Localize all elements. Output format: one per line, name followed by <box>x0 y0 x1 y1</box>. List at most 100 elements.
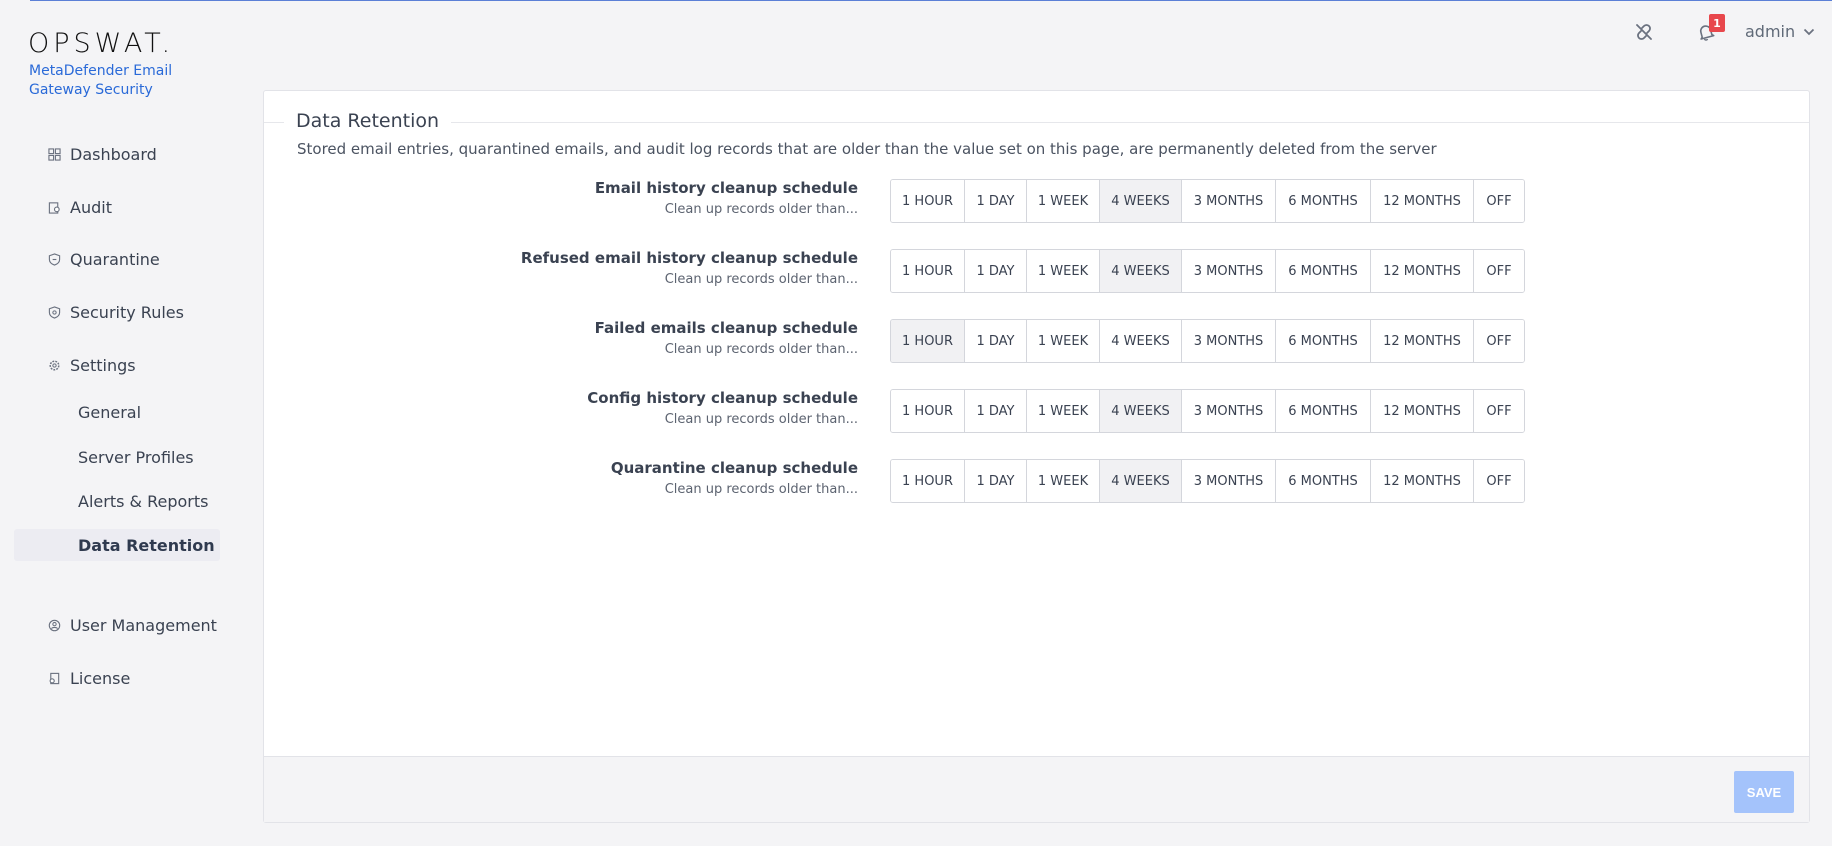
retention-option-button[interactable]: 3 MONTHS <box>1182 250 1276 292</box>
schedule-row: Quarantine cleanup schedule Clean up reco… <box>264 459 1811 505</box>
retention-option-button[interactable]: 1 WEEK <box>1027 180 1100 222</box>
retention-option-button[interactable]: 6 MONTHS <box>1276 250 1371 292</box>
product-name[interactable]: MetaDefender Email Gateway Security <box>29 62 189 100</box>
sidebar-item-settings[interactable]: Settings <box>14 350 220 380</box>
sidebar-item-label: Audit <box>70 197 112 217</box>
sidebar-item-quarantine[interactable]: Quarantine <box>14 244 220 274</box>
retention-option-button[interactable]: 1 HOUR <box>891 320 965 362</box>
opswat-logo: OPSWAT. <box>28 28 175 59</box>
schedule-row-label: Config history cleanup schedule Clean up … <box>587 389 858 427</box>
retention-option-button[interactable]: 1 DAY <box>965 460 1027 502</box>
retention-option-button[interactable]: 1 DAY <box>965 180 1027 222</box>
dashboard-icon <box>47 147 61 161</box>
retention-option-button[interactable]: 12 MONTHS <box>1371 180 1474 222</box>
retention-option-button[interactable]: 1 HOUR <box>891 390 965 432</box>
sidebar-subitem-server-profiles[interactable]: Server Profiles <box>14 441 220 473</box>
retention-option-button[interactable]: 1 HOUR <box>891 180 965 222</box>
schedule-row-label: Quarantine cleanup schedule Clean up reco… <box>611 459 858 497</box>
unlink-icon[interactable] <box>1632 20 1656 44</box>
retention-option-group: 1 HOUR 1 DAY 1 WEEK 4 WEEKS 3 MONTHS 6 MONTHS… <box>890 389 1525 433</box>
retention-option-button[interactable]: 4 WEEKS <box>1100 460 1182 502</box>
retention-option-button[interactable]: 1 WEEK <box>1027 320 1100 362</box>
retention-option-button[interactable]: 12 MONTHS <box>1371 250 1474 292</box>
sidebar-item-user-management[interactable]: User Management <box>14 610 220 640</box>
retention-option-button[interactable]: 1 WEEK <box>1027 390 1100 432</box>
retention-option-button[interactable]: 3 MONTHS <box>1182 180 1276 222</box>
retention-option-button[interactable]: OFF <box>1474 460 1524 502</box>
retention-option-button[interactable]: 1 WEEK <box>1027 250 1100 292</box>
retention-option-button[interactable]: 12 MONTHS <box>1371 460 1474 502</box>
retention-option-button[interactable]: 1 DAY <box>965 320 1027 362</box>
schedule-subtitle: Clean up records older than... <box>664 272 858 287</box>
retention-option-button[interactable]: 4 WEEKS <box>1100 180 1182 222</box>
users-icon <box>47 618 61 632</box>
retention-option-button[interactable]: 1 HOUR <box>891 250 965 292</box>
retention-option-button[interactable]: 12 MONTHS <box>1371 390 1474 432</box>
retention-option-group: 1 HOUR 1 DAY 1 WEEK 4 WEEKS 3 MONTHS 6 MONTHS… <box>890 319 1525 363</box>
schedule-subtitle: Clean up records older than... <box>664 412 858 427</box>
sidebar-item-audit[interactable]: Audit <box>14 192 220 222</box>
sidebar-subitem-alerts-reports[interactable]: Alerts & Reports <box>14 485 220 517</box>
sidebar-item-label: License <box>70 668 131 688</box>
shield-icon <box>47 305 61 319</box>
audit-icon <box>47 200 61 214</box>
retention-option-button[interactable]: 4 WEEKS <box>1100 320 1182 362</box>
retention-option-button[interactable]: 6 MONTHS <box>1276 390 1371 432</box>
card-footer: SAVE <box>264 756 1809 822</box>
schedule-row-label: Failed emails cleanup schedule Clean up r… <box>595 319 858 357</box>
retention-option-button[interactable]: 3 MONTHS <box>1182 460 1276 502</box>
retention-option-button[interactable]: 12 MONTHS <box>1371 320 1474 362</box>
quarantine-icon <box>47 252 61 266</box>
retention-option-button[interactable]: 3 MONTHS <box>1182 320 1276 362</box>
sidebar-subitem-data-retention[interactable]: Data Retention <box>14 529 220 561</box>
retention-option-button[interactable]: OFF <box>1474 320 1524 362</box>
data-retention-card: Data Retention Stored email entries, qua… <box>263 90 1810 823</box>
retention-option-group: 1 HOUR 1 DAY 1 WEEK 4 WEEKS 3 MONTHS 6 MONTHS… <box>890 459 1525 503</box>
gear-icon <box>47 358 61 372</box>
sidebar-item-license[interactable]: License <box>14 663 220 693</box>
schedule-title: Failed emails cleanup schedule <box>594 319 858 337</box>
retention-option-button[interactable]: 6 MONTHS <box>1276 180 1371 222</box>
sidebar-item-dashboard[interactable]: Dashboard <box>14 139 220 169</box>
sidebar-subitem-general[interactable]: General <box>14 396 220 428</box>
user-name: admin <box>1745 22 1796 41</box>
retention-option-button[interactable]: OFF <box>1474 390 1524 432</box>
retention-option-button[interactable]: 6 MONTHS <box>1276 460 1371 502</box>
retention-option-button[interactable]: OFF <box>1474 250 1524 292</box>
schedule-title: Refused email history cleanup schedule <box>520 249 858 267</box>
sidebar: OPSWAT. MetaDefender Email Gateway Secur… <box>0 0 262 846</box>
schedule-row: Refused email history cleanup schedule Cl… <box>264 249 1811 295</box>
retention-option-button[interactable]: 1 DAY <box>965 250 1027 292</box>
user-menu[interactable]: admin <box>1745 22 1815 41</box>
sidebar-item-label: Security Rules <box>70 302 184 322</box>
retention-option-button[interactable]: 1 DAY <box>965 390 1027 432</box>
sidebar-item-security-rules[interactable]: Security Rules <box>14 297 220 327</box>
schedule-row: Config history cleanup schedule Clean up … <box>264 389 1811 435</box>
page-description: Stored email entries, quarantined emails… <box>297 140 1437 158</box>
schedule-subtitle: Clean up records older than... <box>664 482 858 497</box>
save-button[interactable]: SAVE <box>1734 771 1794 813</box>
schedule-row-label: Refused email history cleanup schedule Cl… <box>521 249 858 287</box>
schedule-subtitle: Clean up records older than... <box>664 342 858 357</box>
notification-badge: 1 <box>1709 14 1725 32</box>
page-title: Data Retention <box>284 110 452 132</box>
schedule-title: Quarantine cleanup schedule <box>610 459 858 477</box>
retention-option-button[interactable]: OFF <box>1474 180 1524 222</box>
schedule-title: Config history cleanup schedule <box>587 389 858 407</box>
schedule-title: Email history cleanup schedule <box>594 179 858 197</box>
schedule-row: Email history cleanup schedule Clean up r… <box>264 179 1811 225</box>
schedule-row-label: Email history cleanup schedule Clean up r… <box>595 179 858 217</box>
license-icon <box>47 671 61 685</box>
retention-option-group: 1 HOUR 1 DAY 1 WEEK 4 WEEKS 3 MONTHS 6 MONTHS… <box>890 179 1525 223</box>
retention-option-button[interactable]: 1 WEEK <box>1027 460 1100 502</box>
retention-option-button[interactable]: 6 MONTHS <box>1276 320 1371 362</box>
sidebar-item-label: Settings <box>70 355 136 375</box>
top-accent-line <box>30 0 1832 1</box>
sidebar-item-label: User Management <box>70 615 217 635</box>
retention-option-group: 1 HOUR 1 DAY 1 WEEK 4 WEEKS 3 MONTHS 6 MONTHS… <box>890 249 1525 293</box>
retention-option-button[interactable]: 1 HOUR <box>891 460 965 502</box>
sidebar-item-label: Dashboard <box>70 144 157 164</box>
retention-option-button[interactable]: 3 MONTHS <box>1182 390 1276 432</box>
retention-option-button[interactable]: 4 WEEKS <box>1100 390 1182 432</box>
retention-option-button[interactable]: 4 WEEKS <box>1100 250 1182 292</box>
